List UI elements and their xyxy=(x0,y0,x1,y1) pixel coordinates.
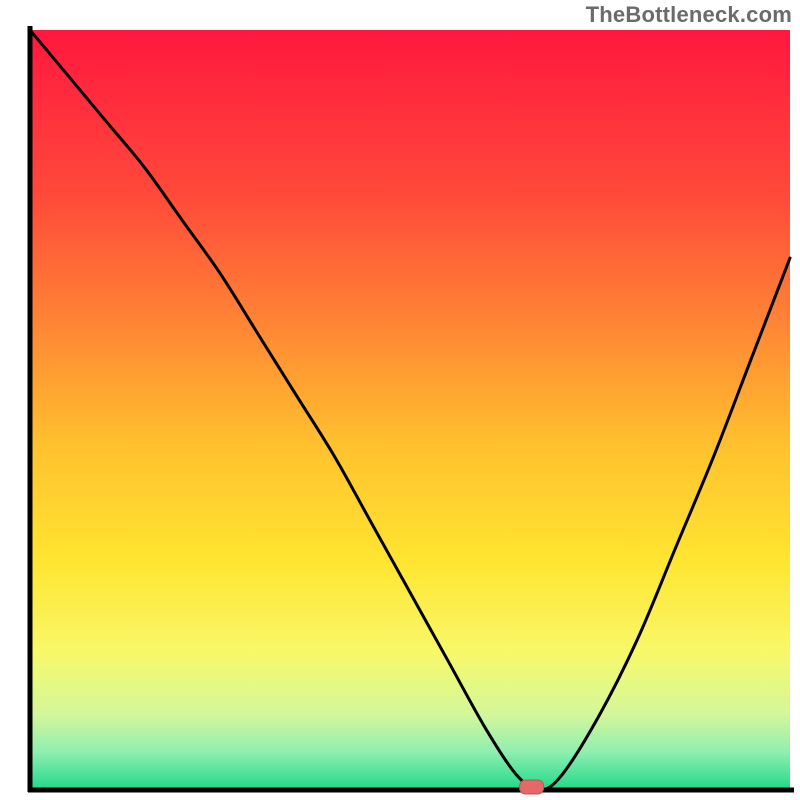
watermark-text: TheBottleneck.com xyxy=(586,2,792,28)
plot-background xyxy=(30,30,790,790)
min-marker xyxy=(520,780,544,794)
bottleneck-chart xyxy=(0,0,800,800)
chart-stage: TheBottleneck.com xyxy=(0,0,800,800)
